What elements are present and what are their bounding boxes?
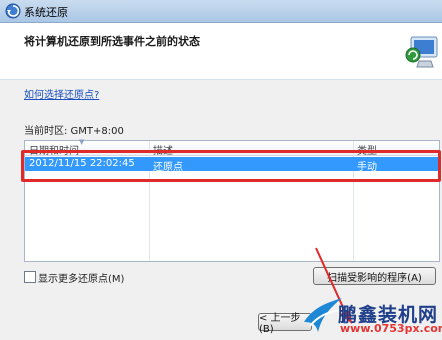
- watermark-url: www.0753px.com: [340, 322, 442, 335]
- system-restore-window: 系统还原 将计算机还原到所选事件之前的状态 如何选择还原点? 当前时区: GMT…: [0, 0, 442, 340]
- red-arrow-annotation: [315, 247, 352, 324]
